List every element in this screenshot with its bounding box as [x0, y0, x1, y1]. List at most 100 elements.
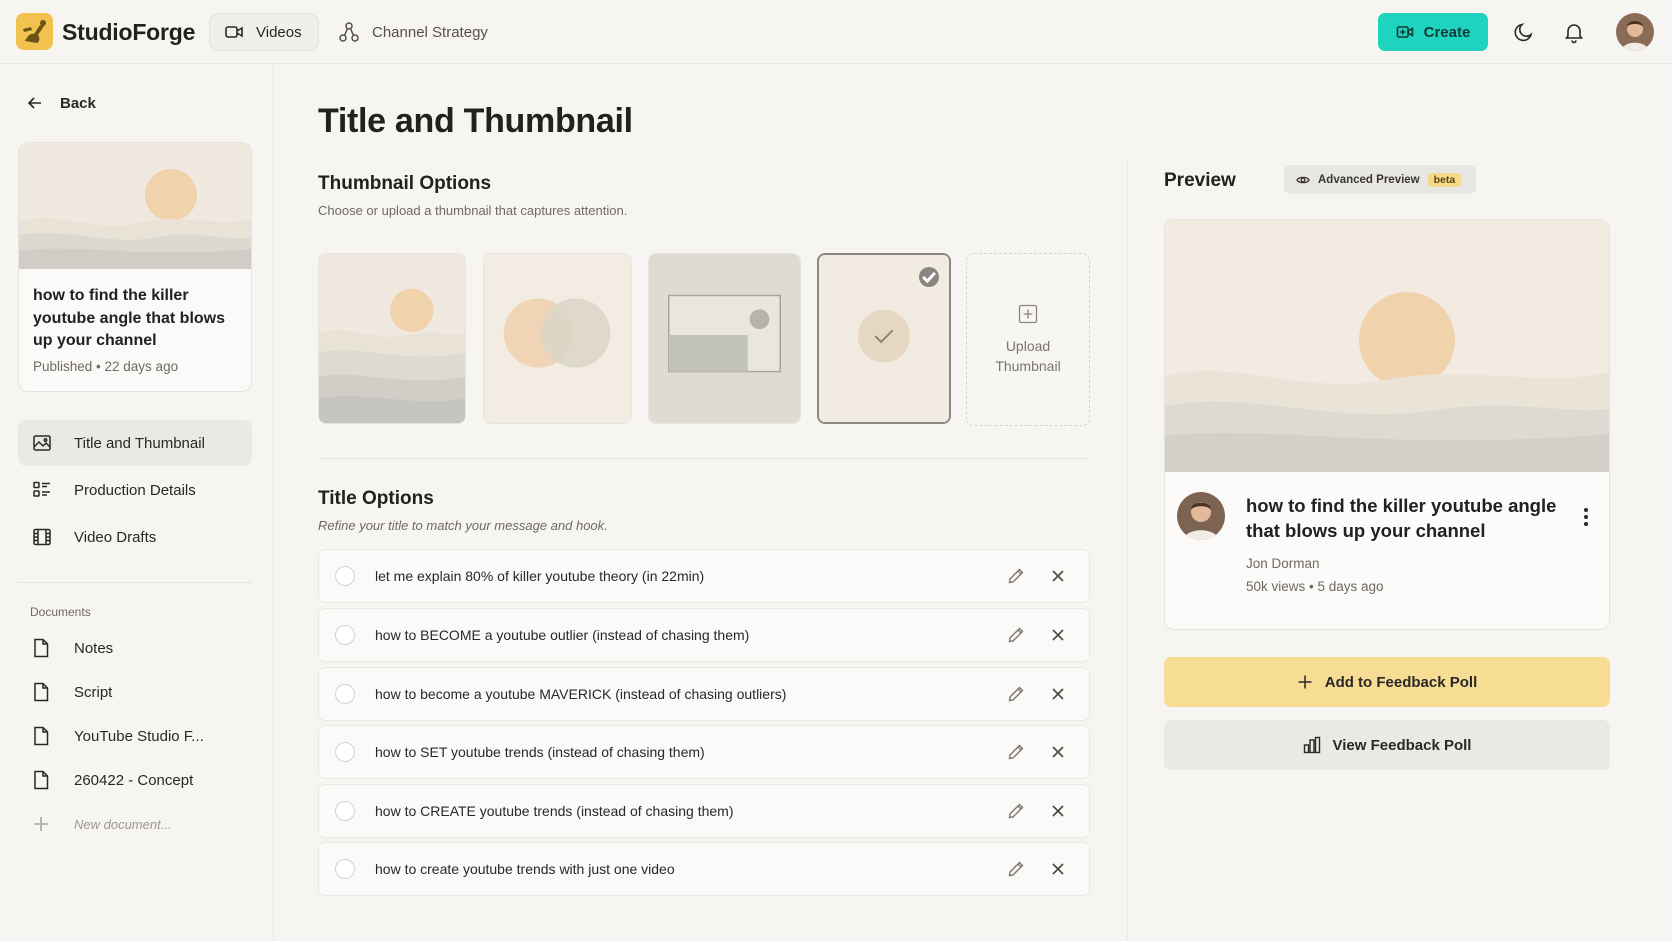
back-label: Back — [60, 94, 96, 112]
video-summary-card: how to find the killer youtube angle tha… — [18, 142, 252, 392]
title-option-row[interactable]: how to SET youtube trends (instead of ch… — [318, 725, 1090, 779]
document-label: YouTube Studio F... — [74, 727, 204, 745]
sidebar-item-label: Production Details — [74, 481, 196, 499]
divider — [18, 582, 252, 583]
title-options-heading: Title Options — [318, 488, 434, 509]
file-icon — [32, 726, 50, 746]
pencil-icon[interactable] — [1005, 741, 1027, 763]
view-poll-label: View Feedback Poll — [1332, 736, 1472, 754]
pencil-icon[interactable] — [1005, 624, 1027, 646]
create-label: Create — [1423, 23, 1471, 41]
list-icon — [32, 480, 52, 500]
title-option-row[interactable]: how to become a youtube MAVERICK (instea… — [318, 667, 1090, 721]
thumbnail-option-3[interactable] — [648, 253, 801, 424]
top-bar: StudioForge Videos Channel Strategy Crea… — [0, 0, 1672, 64]
title-radio[interactable] — [335, 859, 355, 879]
document-item-youtube-studio[interactable]: YouTube Studio F... — [18, 716, 252, 756]
title-options-subtitle: Refine your title to match your message … — [318, 518, 608, 533]
view-feedback-poll-button[interactable]: View Feedback Poll — [1164, 720, 1610, 770]
sidebar-item-production-details[interactable]: Production Details — [18, 467, 252, 513]
create-button[interactable]: Create — [1378, 13, 1488, 51]
upload-thumbnail-button[interactable]: Upload Thumbnail — [966, 253, 1090, 426]
user-avatar[interactable] — [1616, 13, 1654, 51]
more-vertical-icon[interactable] — [1576, 504, 1596, 530]
thumbnail-option-2[interactable] — [483, 253, 632, 424]
new-document-label: New document... — [74, 816, 172, 832]
image-icon — [32, 433, 52, 453]
close-icon[interactable] — [1047, 565, 1069, 587]
strategy-icon — [338, 21, 360, 43]
preview-heading: Preview — [1164, 170, 1236, 191]
title-radio[interactable] — [335, 566, 355, 586]
thumbnail-option-4-selected[interactable] — [817, 253, 951, 424]
video-title: how to find the killer youtube angle tha… — [33, 287, 226, 349]
nav-videos[interactable]: Videos — [209, 13, 319, 51]
sparkle-eye-icon — [1296, 173, 1310, 187]
upload-thumbnail-label: Upload Thumbnail — [995, 337, 1061, 374]
video-camera-icon — [224, 22, 244, 42]
sidebar-item-video-drafts[interactable]: Video Drafts — [18, 514, 252, 560]
pencil-icon[interactable] — [1005, 565, 1027, 587]
arrow-left-icon — [26, 94, 44, 112]
title-option-row[interactable]: how to CREATE youtube trends (instead of… — [318, 784, 1090, 838]
channel-avatar[interactable] — [1177, 492, 1225, 540]
title-radio[interactable] — [335, 625, 355, 645]
close-icon[interactable] — [1047, 624, 1069, 646]
nav-channel-strategy[interactable]: Channel Strategy — [338, 13, 488, 51]
camera-plus-icon — [1396, 23, 1414, 41]
title-option-row[interactable]: let me explain 80% of killer youtube the… — [318, 549, 1090, 603]
title-option-text: how to SET youtube trends (instead of ch… — [375, 744, 705, 760]
file-icon — [32, 682, 50, 702]
add-poll-label: Add to Feedback Poll — [1324, 673, 1478, 691]
moon-icon[interactable] — [1512, 20, 1536, 44]
title-option-text: how to CREATE youtube trends (instead of… — [375, 803, 734, 819]
video-meta: Published • 22 days ago — [33, 359, 179, 374]
close-icon[interactable] — [1047, 858, 1069, 880]
close-icon[interactable] — [1047, 741, 1069, 763]
document-label: Notes — [74, 639, 114, 657]
preview-video-meta: 50k views • 5 days ago — [1246, 579, 1384, 594]
back-button[interactable]: Back — [26, 94, 96, 112]
advanced-preview-label: Advanced Preview — [1318, 173, 1420, 186]
title-option-row[interactable]: how to create youtube trends with just o… — [318, 842, 1090, 896]
document-label: Script — [74, 683, 113, 701]
title-radio[interactable] — [335, 801, 355, 821]
sidebar-item-label: Video Drafts — [74, 528, 157, 546]
bell-icon[interactable] — [1562, 20, 1586, 44]
logo-icon[interactable] — [16, 13, 53, 50]
preview-video-title: how to find the killer youtube angle tha… — [1246, 495, 1557, 541]
pencil-icon[interactable] — [1005, 858, 1027, 880]
pencil-icon[interactable] — [1005, 800, 1027, 822]
video-thumbnail — [19, 143, 251, 269]
preview-thumbnail — [1165, 220, 1609, 472]
documents-heading: Documents — [30, 605, 91, 619]
brand-name: StudioForge — [62, 19, 196, 45]
youtube-preview-card: how to find the killer youtube angle tha… — [1164, 219, 1610, 630]
advanced-preview-button[interactable]: Advanced Preview beta — [1284, 165, 1476, 194]
plus-icon — [1297, 674, 1313, 690]
title-option-row[interactable]: how to BECOME a youtube outlier (instead… — [318, 608, 1090, 662]
thumbnail-option-1[interactable] — [318, 253, 466, 424]
nav-videos-label: Videos — [256, 23, 302, 41]
pencil-icon[interactable] — [1005, 683, 1027, 705]
nav-strategy-label: Channel Strategy — [372, 23, 488, 41]
document-item-script[interactable]: Script — [18, 672, 252, 712]
new-document-button[interactable]: New document... — [18, 804, 252, 844]
sidebar-item-title-thumbnail[interactable]: Title and Thumbnail — [18, 420, 252, 466]
close-icon[interactable] — [1047, 800, 1069, 822]
sidebar-item-label: Title and Thumbnail — [74, 434, 205, 452]
preview-channel-name: Jon Dorman — [1246, 556, 1320, 571]
document-item-concept[interactable]: 260422 - Concept — [18, 760, 252, 800]
thumbnail-options-heading: Thumbnail Options — [318, 173, 492, 194]
file-icon — [32, 638, 50, 658]
add-to-feedback-poll-button[interactable]: Add to Feedback Poll — [1164, 657, 1610, 707]
sidebar: Back how to find the killer youtube angl… — [0, 64, 274, 941]
file-icon — [32, 770, 50, 790]
bar-chart-icon — [1303, 736, 1321, 754]
close-icon[interactable] — [1047, 683, 1069, 705]
plus-icon — [32, 815, 50, 833]
title-radio[interactable] — [335, 742, 355, 762]
beta-badge: beta — [1427, 172, 1462, 187]
title-radio[interactable] — [335, 684, 355, 704]
document-item-notes[interactable]: Notes — [18, 628, 252, 668]
